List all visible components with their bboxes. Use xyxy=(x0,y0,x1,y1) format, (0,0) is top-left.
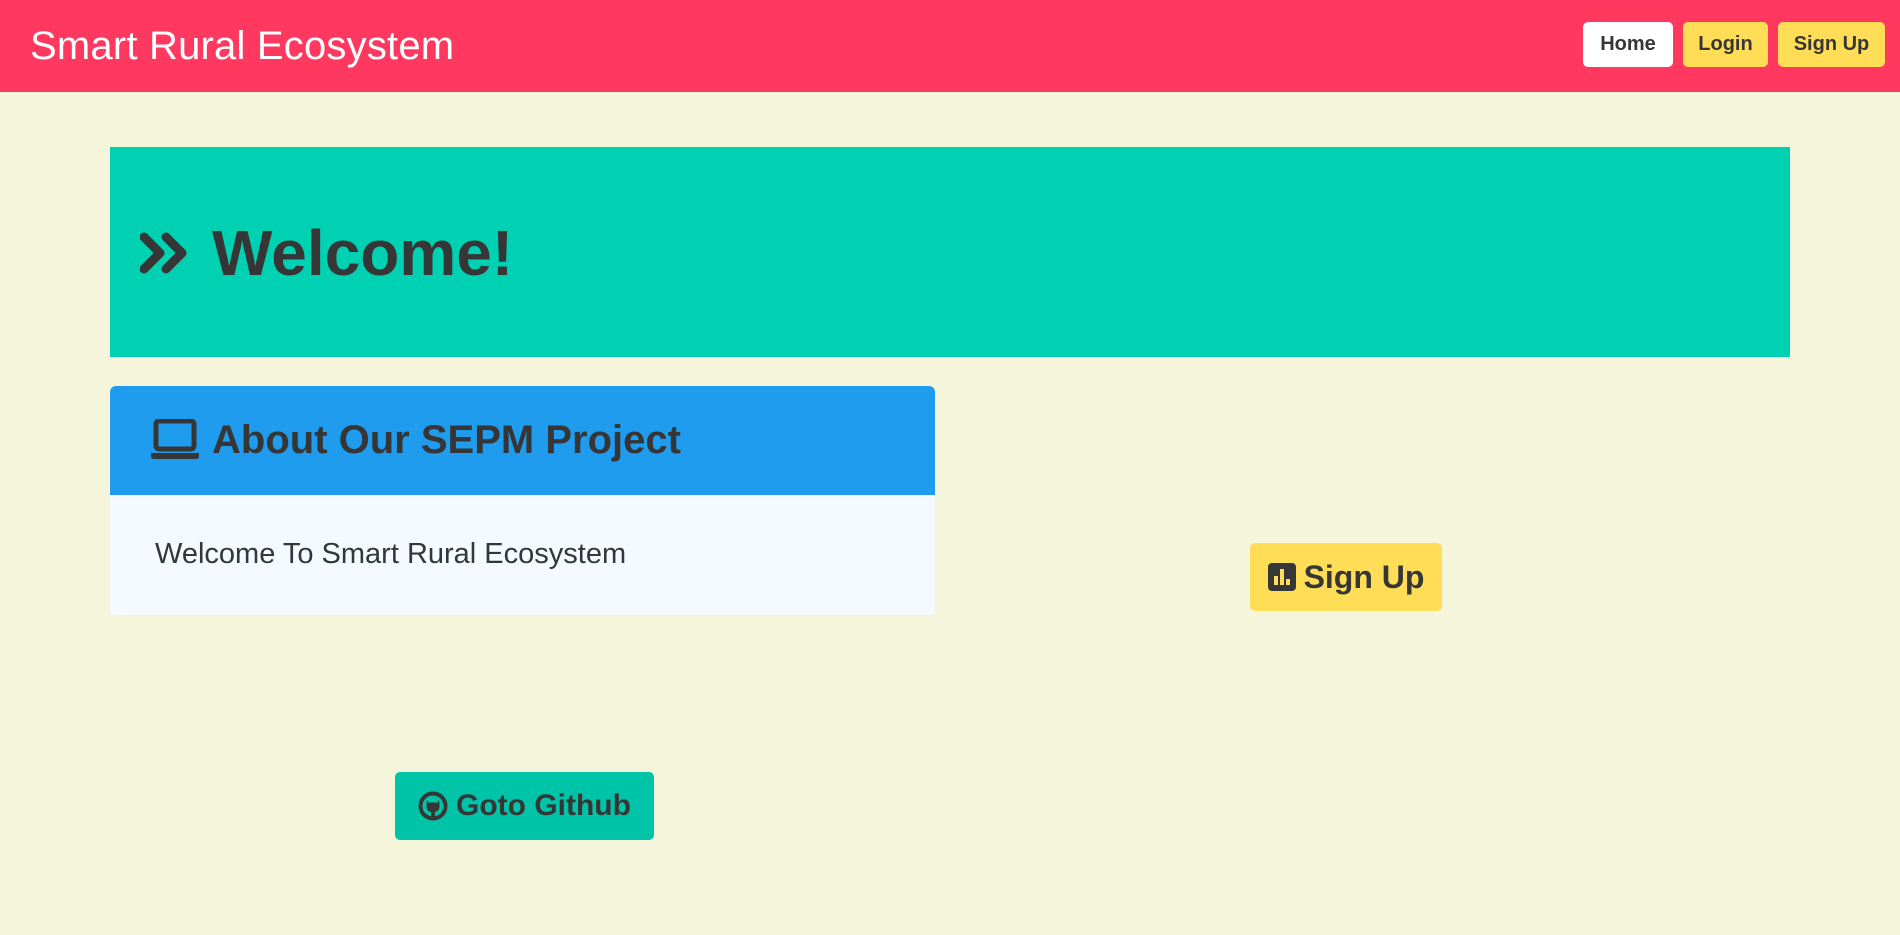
brand-title[interactable]: Smart Rural Ecosystem xyxy=(30,22,454,70)
top-navbar: Smart Rural Ecosystem Home Login Sign Up xyxy=(0,0,1900,92)
nav-home-button[interactable]: Home xyxy=(1583,22,1673,67)
hero-title-text: Welcome! xyxy=(212,217,514,289)
signup-button-label: Sign Up xyxy=(1303,558,1425,595)
goto-github-label: Goto Github xyxy=(456,789,631,822)
about-card-body: Welcome To Smart Rural Ecosystem xyxy=(155,538,627,570)
angles-right-icon xyxy=(140,232,187,274)
chart-square-icon xyxy=(1267,563,1296,591)
welcome-hero: Welcome! xyxy=(110,147,1790,357)
hero-title: Welcome! xyxy=(140,217,513,289)
github-icon xyxy=(418,791,448,821)
signup-button[interactable]: Sign Up xyxy=(1250,543,1442,611)
goto-github-button[interactable]: Goto Github xyxy=(395,772,654,840)
nav-signup-button[interactable]: Sign Up xyxy=(1778,22,1885,67)
about-card: About Our SEPM Project Welcome To Smart … xyxy=(110,386,935,615)
laptop-icon xyxy=(151,419,199,459)
nav-login-button[interactable]: Login xyxy=(1683,22,1768,67)
about-card-title-text: About Our SEPM Project xyxy=(212,418,681,462)
about-card-title: About Our SEPM Project xyxy=(150,416,681,464)
about-card-header: About Our SEPM Project xyxy=(110,386,935,495)
